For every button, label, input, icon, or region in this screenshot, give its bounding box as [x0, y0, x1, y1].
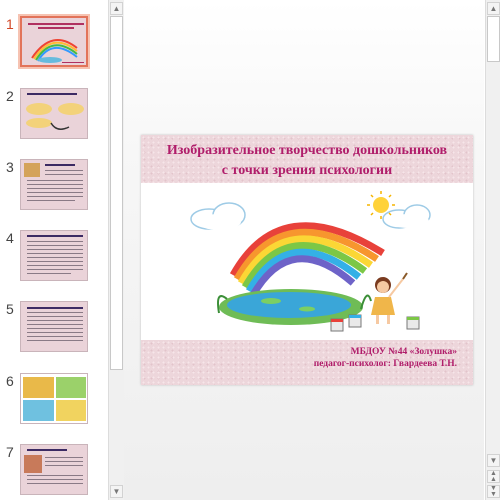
thumbnail-photo-icon [24, 455, 42, 473]
thumbnail-number: 1 [6, 16, 14, 32]
thumbnail-number: 4 [6, 230, 14, 246]
slide-thumbnail-1[interactable] [18, 14, 90, 69]
thumbnail-rainbow-icon [31, 39, 78, 63]
slide-thumbnail-6[interactable] [20, 373, 88, 424]
slide-title-line-1: Изобразительное творчество дошкольников [166, 143, 448, 158]
thumbnail-row-3[interactable]: 3 [0, 159, 108, 217]
thumbnail-picture-icon [56, 400, 86, 421]
slide-thumbnail-3[interactable] [20, 159, 88, 210]
thumbnail-picture-icon [23, 400, 54, 421]
scroll-down-icon[interactable]: ▼ [110, 485, 123, 498]
paint-bucket-icon [330, 318, 344, 332]
sun-icon [367, 191, 395, 219]
slide-title-line-2: с точки зрения психологии [221, 163, 393, 178]
slide-thumbnail-panel: 1 2 3 4 5 6 7 [0, 0, 108, 500]
paint-bucket-icon [348, 314, 362, 328]
rainbow-illustration [190, 191, 431, 332]
girl-painter-icon [371, 272, 408, 324]
thumbnail-row-7[interactable]: 7 [0, 444, 108, 500]
thumbnail-photo-icon [24, 163, 40, 177]
thumbnail-number: 6 [6, 373, 14, 389]
pond-icon [217, 289, 372, 325]
slide-thumbnail-5[interactable] [20, 301, 88, 352]
slide-canvas[interactable]: Изобразительное творчество дошкольников … [141, 135, 473, 385]
thumbnail-scrollbar[interactable]: ▲ ▼ [108, 0, 124, 500]
thumbnail-picture-icon [23, 377, 54, 398]
slide-footer-line-1: МБДОУ №44 «Золушка» [350, 347, 457, 357]
scroll-up-icon[interactable]: ▲ [110, 2, 123, 15]
slide-thumbnail-4[interactable] [20, 230, 88, 281]
rainbow-icon [229, 222, 385, 297]
scroll-up-icon[interactable]: ▲ [487, 2, 500, 15]
thumbnail-scrollbar-thumb[interactable] [110, 16, 123, 370]
slide-title[interactable]: Изобразительное творчество дошкольников … [151, 141, 463, 181]
thumbnail-cloud-diagram-icon [26, 103, 84, 130]
thumbnail-number: 5 [6, 301, 14, 317]
editor-scrollbar[interactable]: ▲ ▼ ▲ ▲ ▼ ▼ [485, 0, 500, 500]
thumbnail-number: 2 [6, 88, 14, 104]
thumbnail-row-1[interactable]: 1 [0, 14, 108, 74]
thumbnail-row-4[interactable]: 4 [0, 230, 108, 288]
slide-thumbnail-2[interactable] [20, 88, 88, 139]
slide-footer[interactable]: МБДОУ №44 «Золушка» педагог-психолог: Гв… [217, 346, 457, 370]
cloud-icon [382, 204, 431, 229]
paint-bucket-icon [406, 316, 420, 330]
slide-footer-line-2: педагог-психолог: Гвардеева Т.Н. [313, 359, 457, 369]
thumbnail-row-5[interactable]: 5 [0, 301, 108, 359]
thumbnail-row-6[interactable]: 6 [0, 373, 108, 431]
thumbnail-number: 7 [6, 444, 14, 460]
next-slide-icon[interactable]: ▼ ▼ [487, 485, 500, 498]
editor-scrollbar-thumb[interactable] [487, 16, 500, 62]
previous-slide-icon[interactable]: ▲ ▲ [487, 470, 500, 483]
scroll-down-icon[interactable]: ▼ [487, 454, 500, 467]
thumbnail-number: 3 [6, 159, 14, 175]
cloud-icon [190, 202, 246, 230]
slide-thumbnail-7[interactable] [20, 444, 88, 495]
thumbnail-picture-icon [56, 377, 86, 398]
thumbnail-row-2[interactable]: 2 [0, 88, 108, 146]
